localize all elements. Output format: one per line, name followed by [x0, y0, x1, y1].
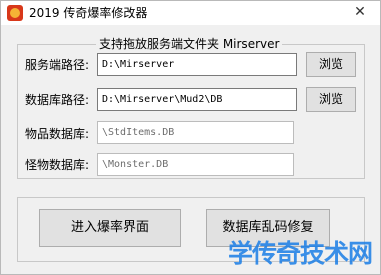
enter-drop-rate-button[interactable]: 进入爆率界面 [39, 209, 181, 247]
title-bar[interactable]: 2019 传奇爆率修改器 ✕ [1, 1, 380, 25]
server-path-input[interactable]: D:\Mirserver [97, 53, 297, 76]
monster-db-label: 怪物数据库: [25, 158, 90, 172]
server-path-label: 服务端路径: [25, 58, 90, 72]
browse-server-button[interactable]: 浏览 [306, 52, 356, 77]
group-title: 支持拖放服务端文件夹 Mirserver [96, 37, 283, 51]
browse-db-button[interactable]: 浏览 [306, 87, 356, 112]
items-db-input[interactable]: \StdItems.DB [97, 121, 294, 144]
monster-db-input[interactable]: \Monster.DB [97, 153, 294, 176]
items-db-label: 物品数据库: [25, 127, 90, 141]
window-title: 2019 传奇爆率修改器 [29, 6, 148, 20]
site-watermark: 学传奇技术网 [227, 239, 373, 268]
db-path-input[interactable]: D:\Mirserver\Mud2\DB [97, 88, 297, 111]
db-path-label: 数据库路径: [25, 93, 90, 107]
app-logo-icon [7, 5, 23, 21]
app-window: 2019 传奇爆率修改器 ✕ 支持拖放服务端文件夹 Mirserver 服务端路… [0, 0, 381, 275]
close-button[interactable]: ✕ [346, 2, 374, 22]
